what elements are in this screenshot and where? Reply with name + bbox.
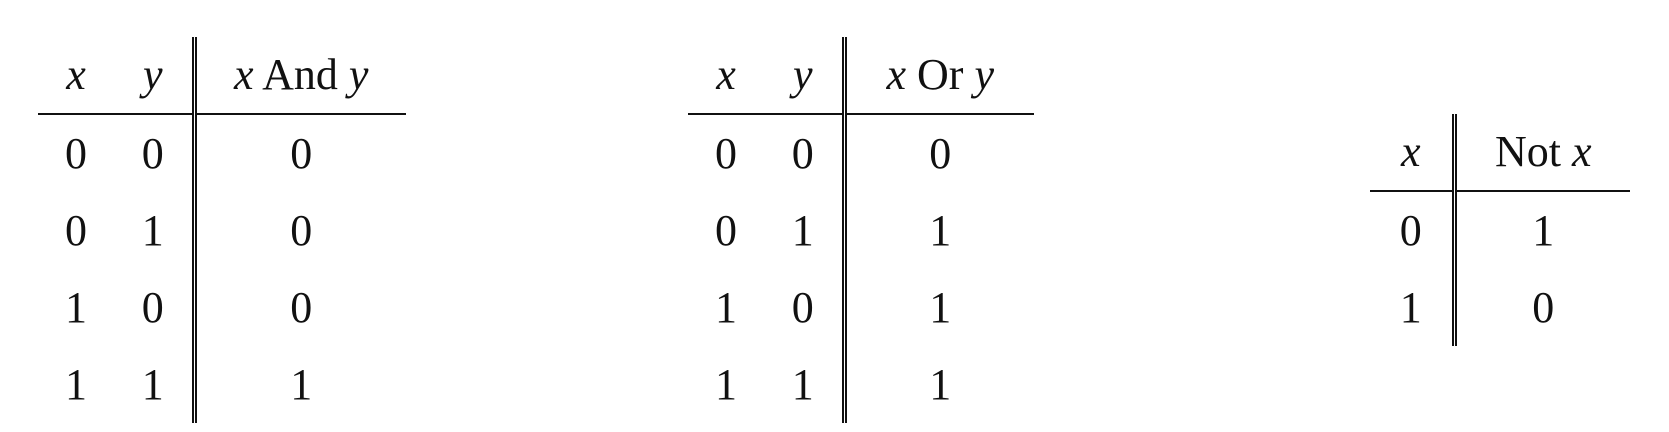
cell-x: 0 <box>715 128 737 178</box>
header-row: x y x And y <box>38 37 406 115</box>
cell-x: 1 <box>1370 269 1457 346</box>
cell-y: 1 <box>114 346 197 423</box>
cell-x: 0 <box>65 205 87 255</box>
cell-result: 0 <box>290 205 313 255</box>
cell-y: 0 <box>114 269 197 346</box>
cell-y: 0 <box>764 114 847 192</box>
cell-y: 0 <box>114 114 197 192</box>
and-truth-table: x y x And y 0 0 0 0 1 0 1 0 0 1 1 1 <box>38 37 406 423</box>
not-truth-table: x Not x 0 1 1 0 <box>1370 114 1630 346</box>
cell-x: 0 <box>1370 191 1457 269</box>
table-row: 0 1 <box>1370 191 1630 269</box>
cell-x: 1 <box>715 282 737 332</box>
header-x: x <box>688 37 764 115</box>
cell-result: 1 <box>929 282 952 332</box>
table-row: 1 0 <box>1370 269 1630 346</box>
cell-result: 1 <box>929 205 952 255</box>
cell-result: 1 <box>929 359 952 409</box>
cell-result: 1 <box>1532 205 1555 255</box>
header-result: x And y <box>194 37 406 115</box>
header-result: Not x <box>1454 114 1630 192</box>
cell-result: 0 <box>929 128 952 178</box>
table-row: 0 1 0 <box>38 192 406 269</box>
cell-x: 1 <box>65 282 87 332</box>
cell-x: 1 <box>715 359 737 409</box>
header-row: x Not x <box>1370 114 1630 192</box>
header-x: x <box>1370 114 1457 192</box>
header-y: y <box>764 37 847 115</box>
cell-result: 0 <box>1532 282 1555 332</box>
table-row: 0 1 1 <box>688 192 1034 269</box>
header-result: x Or y <box>844 37 1034 115</box>
header-y: y <box>114 37 197 115</box>
table-row: 0 0 0 <box>688 114 1034 192</box>
cell-y: 0 <box>764 269 847 346</box>
cell-x: 0 <box>65 128 87 178</box>
cell-result: 0 <box>290 282 313 332</box>
cell-y: 1 <box>764 192 847 269</box>
cell-y: 1 <box>114 192 197 269</box>
table-row: 1 0 0 <box>38 269 406 346</box>
header-x: x <box>38 37 114 115</box>
header-row: x y x Or y <box>688 37 1034 115</box>
cell-result: 0 <box>290 128 313 178</box>
table-row: 1 0 1 <box>688 269 1034 346</box>
table-row: 0 0 0 <box>38 114 406 192</box>
table-row: 1 1 1 <box>38 346 406 423</box>
table-row: 1 1 1 <box>688 346 1034 423</box>
or-truth-table: x y x Or y 0 0 0 0 1 1 1 0 1 1 1 1 <box>688 37 1034 423</box>
cell-x: 0 <box>715 205 737 255</box>
cell-x: 1 <box>65 359 87 409</box>
cell-y: 1 <box>764 346 847 423</box>
cell-result: 1 <box>290 359 313 409</box>
